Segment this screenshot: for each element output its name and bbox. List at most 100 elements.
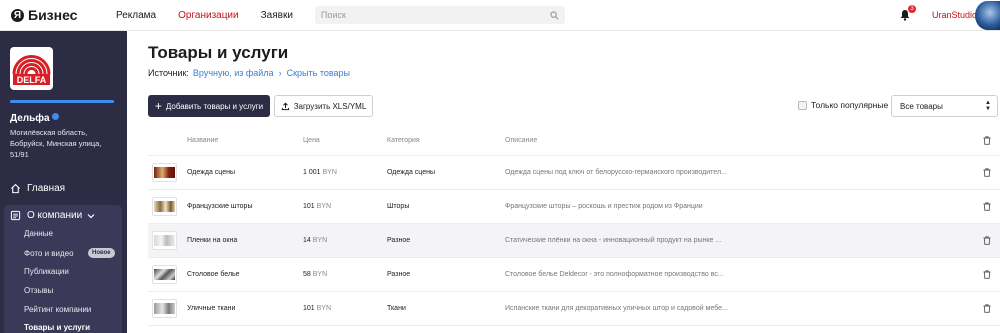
sort-arrows-icon: ▲ ▼ bbox=[985, 100, 991, 112]
nav-organizations[interactable]: Организации bbox=[178, 10, 238, 21]
product-description: Столовое белье Deldecor - это полноформа… bbox=[505, 271, 724, 278]
popular-only-label: Только популярные bbox=[811, 100, 889, 110]
table-row[interactable]: Французские шторы 101 BYN Шторы Французс… bbox=[148, 189, 1000, 223]
sidebar-item-label: Главная bbox=[27, 183, 66, 194]
sidebar-item-products[interactable]: Товары и услуги bbox=[24, 323, 90, 332]
document-icon bbox=[10, 210, 21, 221]
username[interactable]: UranStudio bbox=[932, 10, 977, 20]
company-logo: DELFA bbox=[10, 47, 53, 90]
product-thumbnail bbox=[152, 265, 177, 284]
sidebar-item-about[interactable]: О компании bbox=[10, 210, 101, 221]
add-products-button[interactable]: + Добавить товары и услуги bbox=[148, 95, 270, 117]
upload-icon bbox=[281, 102, 289, 110]
yandex-business-logo[interactable]: Я Бизнес bbox=[11, 7, 106, 23]
product-price: 58 BYN bbox=[303, 271, 327, 278]
price-value: 14 bbox=[303, 237, 311, 244]
nav-requests[interactable]: Заявки bbox=[261, 10, 293, 21]
profile-progress-bar bbox=[10, 100, 114, 103]
company-name[interactable]: Дельфа bbox=[10, 112, 59, 124]
products-filter-select[interactable]: Все товары ▲ ▼ bbox=[891, 95, 998, 117]
product-category: Шторы bbox=[387, 203, 410, 210]
price-currency: BYN bbox=[316, 305, 332, 312]
product-thumbnail bbox=[152, 299, 177, 318]
table-row[interactable]: Столовое белье 58 BYN Разное Столовое бе… bbox=[148, 257, 1000, 291]
product-thumbnail bbox=[152, 197, 177, 216]
product-description: Одежда сцены под ключ от белорусско-герм… bbox=[505, 169, 727, 176]
source-label: Источник: bbox=[148, 68, 189, 78]
trash-icon[interactable] bbox=[983, 168, 991, 177]
sidebar-item-publications[interactable]: Публикации bbox=[24, 267, 69, 276]
price-value: 101 bbox=[303, 305, 315, 312]
popular-only-checkbox[interactable] bbox=[798, 100, 807, 110]
sidebar-item-label: О компании bbox=[27, 210, 83, 221]
table-row[interactable]: Уличные ткани 101 BYN Ткани Испанские тк… bbox=[148, 291, 1000, 325]
column-header-category: Категория bbox=[387, 137, 420, 144]
product-price: 101 BYN bbox=[303, 305, 331, 312]
product-name: Пленки на окна bbox=[187, 237, 238, 244]
upload-xls-button[interactable]: Загрузить XLS/YML bbox=[274, 95, 373, 117]
product-category: Разное bbox=[387, 271, 411, 278]
sidebar-item-rating[interactable]: Рейтинг компании bbox=[24, 305, 91, 314]
trash-icon[interactable] bbox=[983, 136, 991, 145]
notification-count-badge: 3 bbox=[908, 5, 916, 13]
price-value: 58 bbox=[303, 271, 311, 278]
verified-icon bbox=[51, 112, 59, 120]
new-badge: Новое bbox=[88, 248, 115, 258]
home-icon bbox=[10, 183, 21, 194]
column-header-name: Название bbox=[187, 137, 219, 144]
company-address: Могилёвская область, Бобруйск, Минская у… bbox=[10, 128, 102, 159]
price-currency: BYN bbox=[322, 169, 337, 176]
sidebar: DELFA Дельфа Могилёвская область, Бобруй… bbox=[0, 31, 127, 333]
product-name: Французские шторы bbox=[187, 203, 253, 210]
upload-xls-label: Загрузить XLS/YML bbox=[293, 101, 367, 111]
sidebar-item-reviews[interactable]: Отзывы bbox=[24, 286, 53, 295]
product-thumbnail bbox=[152, 163, 177, 182]
trash-icon[interactable] bbox=[983, 270, 991, 279]
top-bar: Я Бизнес Реклама Организации Заявки 3 Ur… bbox=[0, 0, 1000, 31]
price-value: 1 001 bbox=[303, 169, 321, 176]
product-name: Одежда сцены bbox=[187, 169, 236, 176]
chevron-right-icon: › bbox=[278, 68, 282, 78]
logo-text: Бизнес bbox=[28, 7, 78, 23]
search-icon bbox=[550, 10, 559, 19]
sidebar-item-data[interactable]: Данные bbox=[24, 229, 53, 238]
search-input[interactable] bbox=[320, 10, 550, 20]
table-row[interactable]: Пленки на окна 14 BYN Разное Статические… bbox=[148, 223, 1000, 257]
column-header-price: Цена bbox=[303, 137, 320, 144]
chevron-down-icon bbox=[87, 213, 95, 218]
popular-only-toggle[interactable]: Только популярные bbox=[798, 100, 888, 110]
products-filter-value: Все товары bbox=[900, 101, 943, 111]
product-description: Испанские ткани для декоративных уличных… bbox=[505, 305, 728, 312]
trash-icon[interactable] bbox=[983, 236, 991, 245]
product-description: Французские шторы – роскошь и престиж ро… bbox=[505, 203, 703, 210]
source-link[interactable]: Вручную, из файла bbox=[193, 68, 274, 78]
source-line: Источник: Вручную, из файла › Скрыть тов… bbox=[148, 68, 350, 78]
page-title: Товары и услуги bbox=[148, 43, 289, 62]
product-price: 1 001 BYN bbox=[303, 169, 337, 176]
price-currency: BYN bbox=[312, 271, 328, 278]
table-row bbox=[148, 325, 1000, 333]
table-header: Название Цена Категория Описание bbox=[148, 134, 998, 148]
price-currency: BYN bbox=[316, 203, 332, 210]
search-box[interactable] bbox=[314, 6, 565, 24]
price-currency: BYN bbox=[312, 237, 328, 244]
hide-products-link[interactable]: Скрыть товары bbox=[287, 68, 350, 78]
add-products-label: Добавить товары и услуги bbox=[165, 101, 264, 111]
product-category: Разное bbox=[387, 237, 411, 244]
trash-icon[interactable] bbox=[983, 304, 991, 313]
product-thumbnail bbox=[152, 231, 177, 250]
column-header-description: Описание bbox=[505, 137, 538, 144]
sidebar-item-home[interactable]: Главная bbox=[10, 183, 65, 194]
product-category: Ткани bbox=[387, 305, 406, 312]
table-row[interactable]: Одежда сцены 1 001 BYN Одежда сцены Одеж… bbox=[148, 155, 1000, 189]
product-name: Столовое белье bbox=[187, 271, 240, 278]
nav-advertising[interactable]: Реклама bbox=[116, 10, 156, 21]
product-category: Одежда сцены bbox=[387, 169, 436, 176]
logo-letter: Я bbox=[11, 8, 24, 22]
avatar[interactable] bbox=[975, 1, 1000, 30]
product-description: Статические плёнки на окна - инновационн… bbox=[505, 237, 722, 244]
product-name: Уличные ткани bbox=[187, 305, 236, 312]
trash-icon[interactable] bbox=[983, 202, 991, 211]
company-logo-text: DELFA bbox=[16, 75, 47, 85]
sidebar-item-photo-video[interactable]: Фото и видео bbox=[24, 249, 74, 258]
